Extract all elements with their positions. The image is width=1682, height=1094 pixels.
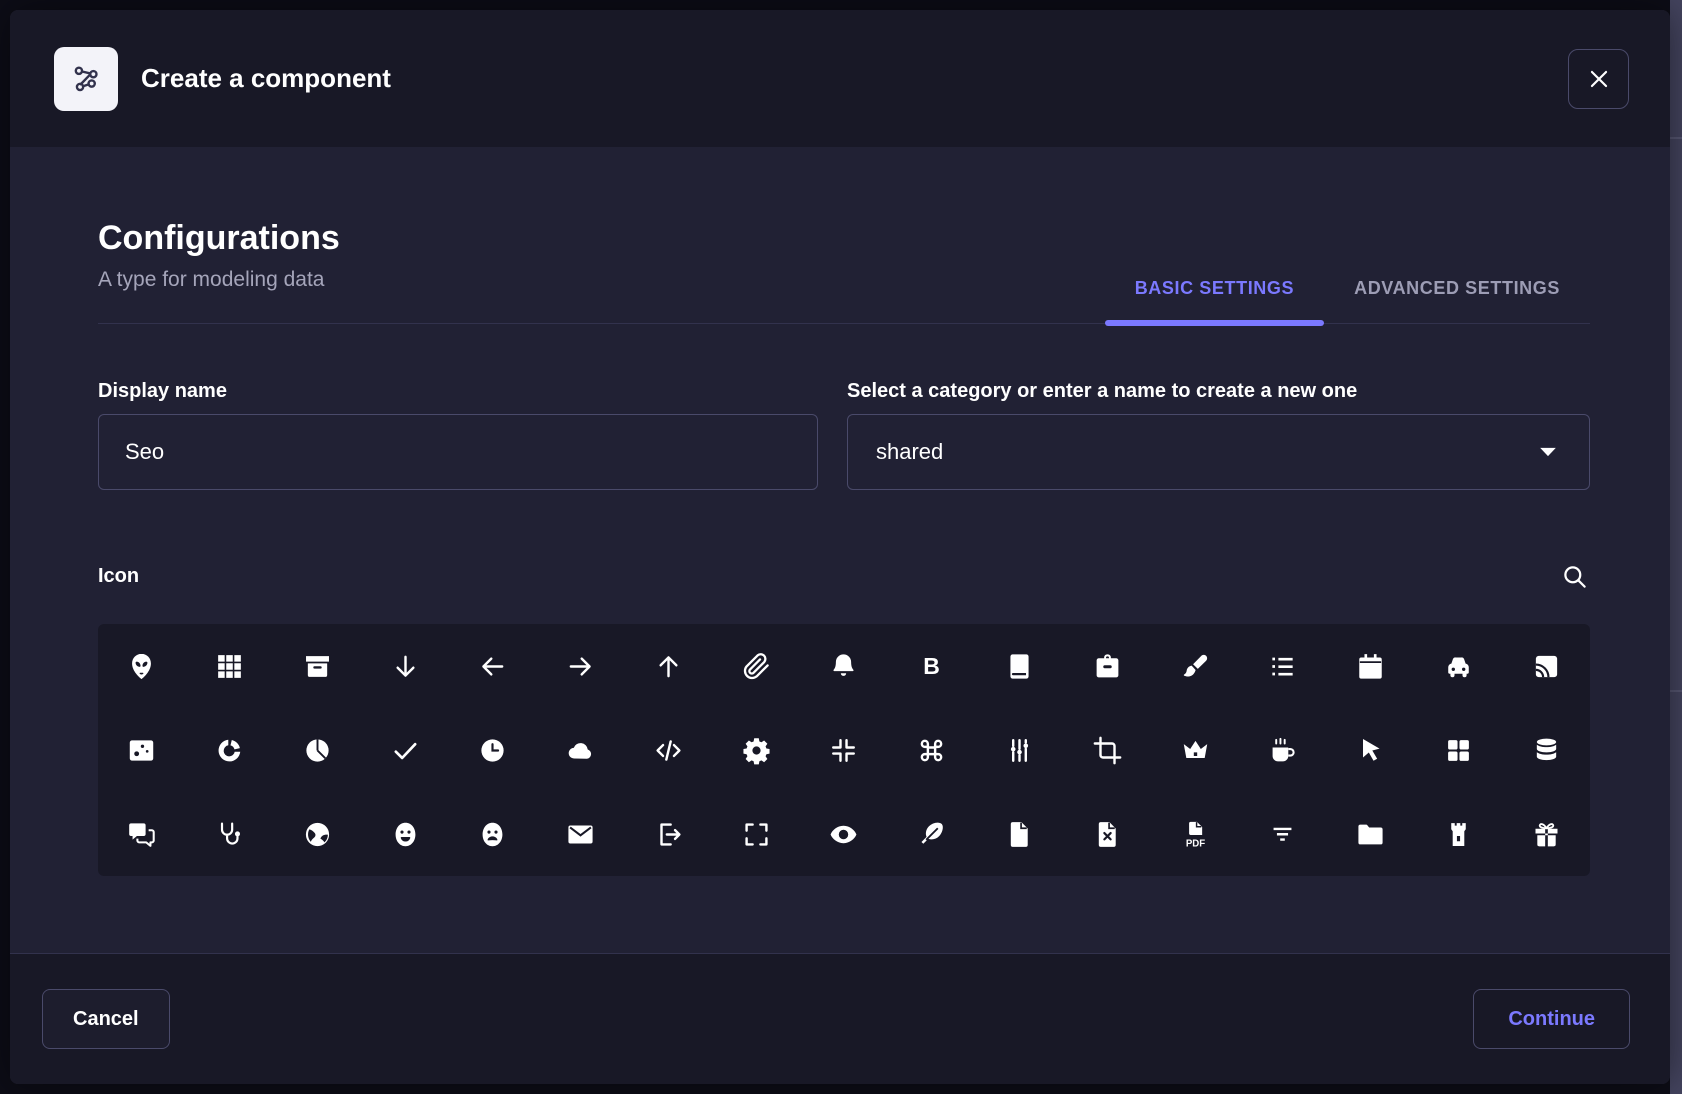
envelop-icon[interactable] bbox=[558, 811, 604, 857]
bullet-list-icon[interactable] bbox=[1260, 643, 1306, 689]
emotion-happy-icon[interactable] bbox=[382, 811, 428, 857]
alien-icon[interactable] bbox=[119, 643, 165, 689]
category-select-value: shared bbox=[876, 439, 943, 465]
page-title: Configurations bbox=[98, 215, 340, 261]
database-icon[interactable] bbox=[1523, 727, 1569, 773]
archive-icon[interactable] bbox=[294, 643, 340, 689]
page-subtitle: A type for modeling data bbox=[98, 265, 340, 295]
car-icon[interactable] bbox=[1435, 643, 1481, 689]
modal-footer: Cancel Continue bbox=[10, 953, 1670, 1084]
emotion-unhappy-icon[interactable] bbox=[470, 811, 516, 857]
eye-icon[interactable] bbox=[821, 811, 867, 857]
discuss-icon[interactable] bbox=[119, 811, 165, 857]
scroll-divider bbox=[1670, 690, 1682, 692]
cast-icon[interactable] bbox=[1523, 643, 1569, 689]
cancel-button[interactable]: Cancel bbox=[42, 989, 170, 1049]
cog-icon[interactable] bbox=[733, 727, 779, 773]
apps-icon[interactable] bbox=[207, 643, 253, 689]
svg-text:PDF: PDF bbox=[1185, 838, 1204, 849]
chart-bubble-icon[interactable] bbox=[119, 727, 165, 773]
form-row: Display name Select a category or enter … bbox=[98, 378, 1590, 490]
icon-grid: B PDF bbox=[98, 624, 1590, 876]
arrow-up-icon[interactable] bbox=[645, 643, 691, 689]
arrow-left-icon[interactable] bbox=[470, 643, 516, 689]
cursor-icon[interactable] bbox=[1348, 727, 1394, 773]
gift-icon[interactable] bbox=[1523, 811, 1569, 857]
settings-tabs: BASIC SETTINGS ADVANCED SETTINGS bbox=[1105, 278, 1590, 323]
arrow-down-icon[interactable] bbox=[382, 643, 428, 689]
display-name-label: Display name bbox=[98, 378, 818, 404]
icon-picker-header: Icon bbox=[98, 562, 1590, 590]
cup-icon[interactable] bbox=[1260, 727, 1306, 773]
section-header: Configurations A type for modeling data … bbox=[98, 147, 1590, 324]
calendar-icon[interactable] bbox=[1348, 643, 1394, 689]
filter-icon[interactable] bbox=[1260, 811, 1306, 857]
close-button[interactable] bbox=[1568, 49, 1629, 109]
icon-label: Icon bbox=[98, 563, 139, 589]
console-icon[interactable] bbox=[997, 727, 1043, 773]
svg-text:B: B bbox=[923, 652, 940, 678]
feather-icon[interactable] bbox=[909, 811, 955, 857]
check-icon[interactable] bbox=[382, 727, 428, 773]
continue-button[interactable]: Continue bbox=[1473, 989, 1630, 1049]
arrow-right-icon[interactable] bbox=[558, 643, 604, 689]
modal-body: Configurations A type for modeling data … bbox=[10, 147, 1670, 953]
file-icon[interactable] bbox=[997, 811, 1043, 857]
icon-search-button[interactable] bbox=[1558, 560, 1590, 592]
briefcase-icon[interactable] bbox=[1084, 643, 1130, 689]
bold-icon[interactable]: B bbox=[909, 643, 955, 689]
cloud-icon[interactable] bbox=[558, 727, 604, 773]
close-icon bbox=[1586, 66, 1612, 92]
file-error-icon[interactable] bbox=[1084, 811, 1130, 857]
display-name-input[interactable] bbox=[98, 414, 818, 490]
chart-circle-icon[interactable] bbox=[207, 727, 253, 773]
create-component-modal: Create a component Configurations A type… bbox=[10, 10, 1670, 1084]
crop-icon[interactable] bbox=[1084, 727, 1130, 773]
tab-advanced-settings[interactable]: ADVANCED SETTINGS bbox=[1324, 278, 1590, 323]
file-pdf-icon[interactable]: PDF bbox=[1172, 811, 1218, 857]
scroll-divider bbox=[1670, 137, 1682, 139]
expand-icon[interactable] bbox=[733, 811, 779, 857]
folder-icon[interactable] bbox=[1348, 811, 1394, 857]
bell-icon[interactable] bbox=[821, 643, 867, 689]
chart-pie-icon[interactable] bbox=[294, 727, 340, 773]
page-scrollbar[interactable] bbox=[1670, 0, 1682, 1094]
brush-icon[interactable] bbox=[1172, 643, 1218, 689]
exit-icon[interactable] bbox=[645, 811, 691, 857]
book-icon[interactable] bbox=[997, 643, 1043, 689]
crown-icon[interactable] bbox=[1172, 727, 1218, 773]
collapse-icon[interactable] bbox=[821, 727, 867, 773]
code-icon[interactable] bbox=[645, 727, 691, 773]
search-icon bbox=[1561, 563, 1588, 590]
dashboard-icon[interactable] bbox=[1435, 727, 1481, 773]
attachment-icon[interactable] bbox=[733, 643, 779, 689]
category-select[interactable]: shared bbox=[847, 414, 1590, 490]
clock-icon[interactable] bbox=[470, 727, 516, 773]
command-icon[interactable] bbox=[909, 727, 955, 773]
modal-title: Create a component bbox=[141, 63, 391, 94]
doctor-icon[interactable] bbox=[207, 811, 253, 857]
category-label: Select a category or enter a name to cre… bbox=[847, 378, 1590, 404]
modal-header: Create a component bbox=[10, 10, 1670, 147]
earth-icon[interactable] bbox=[294, 811, 340, 857]
component-icon bbox=[54, 47, 118, 111]
tab-basic-settings[interactable]: BASIC SETTINGS bbox=[1105, 278, 1324, 323]
fortress-icon[interactable] bbox=[1435, 811, 1481, 857]
chevron-down-icon bbox=[1535, 439, 1561, 465]
